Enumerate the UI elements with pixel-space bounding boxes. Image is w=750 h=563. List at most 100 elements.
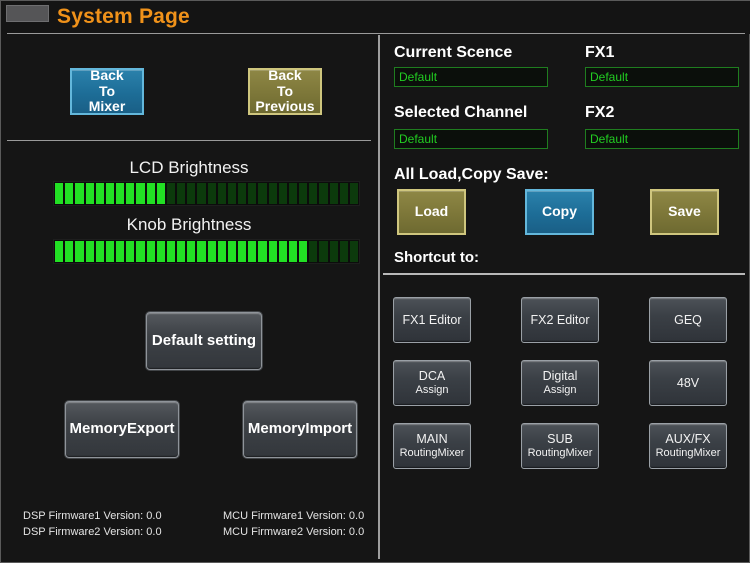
shortcut-label-line2: RoutingMixer: [655, 446, 721, 459]
meter-segment[interactable]: [166, 241, 176, 262]
meter-segment[interactable]: [278, 241, 287, 262]
meter-segment[interactable]: [146, 183, 155, 204]
meter-segment[interactable]: [258, 183, 267, 204]
meter-segment[interactable]: [268, 183, 277, 204]
meter-segment[interactable]: [126, 183, 135, 204]
default-setting-button[interactable]: Default setting: [146, 312, 262, 370]
meter-segment[interactable]: [309, 183, 318, 204]
meter-segment[interactable]: [197, 241, 206, 262]
meter-segment[interactable]: [329, 183, 338, 204]
shortcut-label-line1: 48V: [676, 375, 700, 390]
back-to-mixer-line1: Back: [90, 67, 124, 83]
shortcut-button-main-routingmixer[interactable]: MAIN RoutingMixer: [393, 423, 471, 469]
memory-export-button[interactable]: MemoryExport: [65, 401, 179, 458]
meter-segment[interactable]: [248, 183, 257, 204]
save-button[interactable]: Save: [650, 189, 719, 235]
dsp-firmware1-version: DSP Firmware1 Version: 0.0: [23, 510, 162, 522]
meter-segment[interactable]: [288, 183, 298, 204]
meter-segment[interactable]: [238, 241, 247, 262]
meter-segment[interactable]: [126, 241, 135, 262]
meter-segment[interactable]: [238, 183, 247, 204]
meter-segment[interactable]: [136, 183, 145, 204]
fx2-field[interactable]: Default: [585, 129, 739, 149]
meter-segment[interactable]: [75, 183, 84, 204]
meter-segment[interactable]: [105, 183, 115, 204]
meter-segment[interactable]: [309, 241, 318, 262]
lcd-brightness-meter[interactable]: [53, 181, 360, 206]
default-setting-label: Default setting: [151, 331, 257, 349]
fx1-field[interactable]: Default: [585, 67, 739, 87]
meter-segment[interactable]: [116, 241, 125, 262]
meter-segment[interactable]: [217, 241, 226, 262]
page-title: System Page: [57, 5, 190, 28]
fx1-label: FX1: [585, 44, 615, 61]
dsp-firmware2-version: DSP Firmware2 Version: 0.0: [23, 526, 162, 538]
meter-segment[interactable]: [95, 241, 104, 262]
meter-segment[interactable]: [227, 241, 237, 262]
copy-button[interactable]: Copy: [525, 189, 594, 235]
meter-segment[interactable]: [339, 241, 348, 262]
meter-segment[interactable]: [187, 183, 196, 204]
meter-segment[interactable]: [349, 241, 359, 262]
meter-segment[interactable]: [105, 241, 115, 262]
meter-segment[interactable]: [156, 183, 165, 204]
back-to-previous-line2: To: [276, 82, 294, 99]
meter-segment[interactable]: [177, 183, 186, 204]
shortcut-button-sub-routingmixer[interactable]: SUB RoutingMixer: [521, 423, 599, 469]
save-label: Save: [668, 203, 701, 220]
meter-segment[interactable]: [177, 241, 186, 262]
meter-segment[interactable]: [268, 241, 277, 262]
meter-segment[interactable]: [85, 183, 94, 204]
meter-segment[interactable]: [278, 183, 287, 204]
meter-segment[interactable]: [95, 183, 104, 204]
shortcut-label-line1: SUB: [547, 432, 573, 447]
meter-segment[interactable]: [55, 241, 64, 262]
meter-segment[interactable]: [299, 183, 308, 204]
meter-segment[interactable]: [349, 183, 359, 204]
meter-segment[interactable]: [339, 183, 348, 204]
meter-segment[interactable]: [116, 183, 125, 204]
home-button[interactable]: [6, 5, 49, 22]
shortcut-button-48v[interactable]: 48V: [649, 360, 727, 406]
shortcut-button-aux-fx-routingmixer[interactable]: AUX/FX RoutingMixer: [649, 423, 727, 469]
shortcut-button-dca-assign[interactable]: DCA Assign: [393, 360, 471, 406]
system-page-screen: System Page Back To Mixer Back To Previo…: [0, 0, 750, 563]
current-scence-field[interactable]: Default: [394, 67, 548, 87]
meter-segment[interactable]: [217, 183, 226, 204]
memory-import-button[interactable]: MemoryImport: [243, 401, 357, 458]
meter-segment[interactable]: [65, 183, 74, 204]
shortcut-button-geq[interactable]: GEQ: [649, 297, 727, 343]
knob-brightness-meter[interactable]: [53, 239, 360, 264]
shortcut-label-line2: Assign: [415, 383, 449, 396]
load-label: Load: [414, 203, 449, 220]
meter-segment[interactable]: [187, 241, 196, 262]
meter-segment[interactable]: [85, 241, 94, 262]
meter-segment[interactable]: [156, 241, 165, 262]
title-bar: System Page: [1, 1, 750, 34]
load-button[interactable]: Load: [397, 189, 466, 235]
meter-segment[interactable]: [329, 241, 338, 262]
meter-segment[interactable]: [55, 183, 64, 204]
selected-channel-field[interactable]: Default: [394, 129, 548, 149]
meter-segment[interactable]: [227, 183, 237, 204]
meter-segment[interactable]: [299, 241, 308, 262]
meter-segment[interactable]: [197, 183, 206, 204]
shortcut-button-digital-assign[interactable]: Digital Assign: [521, 360, 599, 406]
back-to-previous-button[interactable]: Back To Previous: [248, 67, 322, 115]
meter-segment[interactable]: [166, 183, 176, 204]
shortcut-button-fx2-editor[interactable]: FX2 Editor: [521, 297, 599, 343]
meter-segment[interactable]: [207, 183, 216, 204]
meter-segment[interactable]: [258, 241, 267, 262]
meter-segment[interactable]: [248, 241, 257, 262]
meter-segment[interactable]: [288, 241, 298, 262]
meter-segment[interactable]: [65, 241, 74, 262]
meter-segment[interactable]: [146, 241, 155, 262]
memory-export-label: MemoryExport: [69, 420, 175, 438]
shortcut-button-fx1-editor[interactable]: FX1 Editor: [393, 297, 471, 343]
meter-segment[interactable]: [207, 241, 216, 262]
meter-segment[interactable]: [75, 241, 84, 262]
meter-segment[interactable]: [319, 241, 328, 262]
meter-segment[interactable]: [319, 183, 328, 204]
back-to-mixer-button[interactable]: Back To Mixer: [70, 67, 144, 115]
meter-segment[interactable]: [136, 241, 145, 262]
